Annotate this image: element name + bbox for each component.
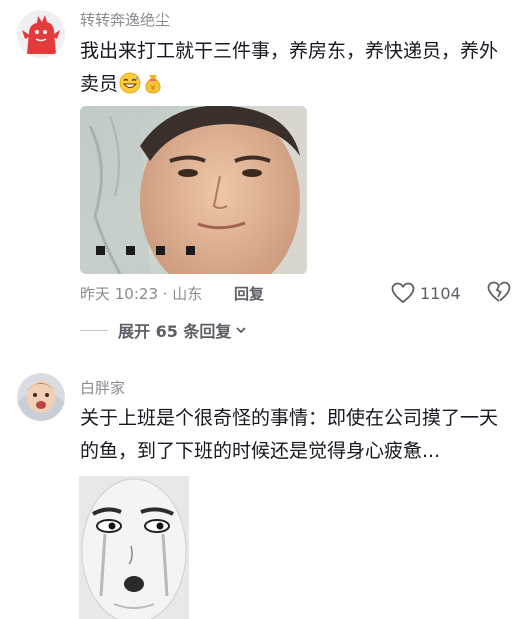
like-button[interactable]: 1104 xyxy=(391,281,461,305)
money-bag-emoji-icon: ¥ xyxy=(145,75,161,94)
dislike-button[interactable] xyxy=(487,281,511,307)
avatar[interactable] xyxy=(17,10,65,58)
broken-heart-icon xyxy=(487,281,511,302)
man-face-photo-icon xyxy=(80,106,307,274)
comment-image[interactable] xyxy=(79,476,189,619)
svg-text:¥: ¥ xyxy=(151,84,156,92)
like-count: 1104 xyxy=(420,283,461,303)
comment-text: 我出来打工就干三件事，养房东，养快递员，养外卖员 ¥ xyxy=(80,35,510,101)
expand-replies-label: 展开 65 条回复 xyxy=(118,322,232,341)
reply-button[interactable]: 回复 xyxy=(234,283,264,304)
red-character-avatar-icon xyxy=(17,10,65,58)
username[interactable]: 白胖家 xyxy=(80,377,125,398)
baby-face-avatar-icon xyxy=(17,373,65,421)
divider-line xyxy=(80,329,108,331)
chevron-down-icon xyxy=(236,327,247,334)
grinning-sweat-emoji-icon xyxy=(119,72,141,94)
comment-text: 关于上班是个很奇怪的事情：即使在公司摸了一天的鱼，到了下班的时候还是觉得身心疲惫… xyxy=(80,402,510,468)
expand-replies-button[interactable]: 展开 65 条回复 xyxy=(80,319,247,341)
avatar[interactable] xyxy=(17,373,65,421)
panda-meme-face-icon xyxy=(79,476,189,619)
comment-text-body: 关于上班是个很奇怪的事情：即使在公司摸了一天的鱼，到了下班的时候还是觉得身心疲惫… xyxy=(80,407,499,462)
username[interactable]: 转转奔逸绝尘 xyxy=(80,9,170,30)
comment-image[interactable] xyxy=(80,106,307,274)
heart-icon xyxy=(391,282,415,304)
comment-time-location: 昨天 10:23 · 山东 xyxy=(80,285,203,303)
